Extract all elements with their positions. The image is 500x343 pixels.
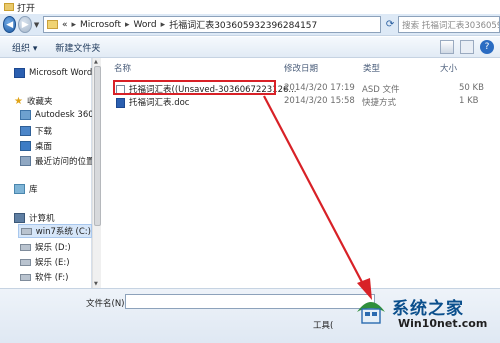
hard-drive-icon bbox=[20, 243, 31, 251]
recent-places-icon bbox=[20, 156, 31, 166]
nav-item-label: win7系统 (C:) bbox=[35, 227, 91, 237]
change-view-icon[interactable] bbox=[440, 40, 454, 54]
nav-item-label: 娱乐 (E:) bbox=[35, 258, 70, 268]
filename-label: 文件名(N): bbox=[86, 299, 128, 309]
recent-pages-dropdown-icon[interactable]: ▼ bbox=[34, 21, 40, 29]
file-size: 1 KB bbox=[459, 96, 479, 106]
nav-item-downloads[interactable]: 下载 bbox=[20, 125, 52, 137]
file-name-cell: 托福词汇表.doc bbox=[116, 96, 189, 108]
nav-item-label: 下载 bbox=[35, 127, 53, 137]
scroll-up-icon[interactable]: ▲ bbox=[94, 59, 98, 65]
nav-item-drive-e[interactable]: 娱乐 (E:) bbox=[20, 256, 70, 268]
hard-drive-icon bbox=[21, 227, 32, 235]
navigation-scrollbar[interactable]: ▲ ▼ bbox=[92, 58, 101, 288]
nav-item-microsoft-word[interactable]: Microsoft Word bbox=[14, 68, 92, 78]
watermark: 系统之家 Win10net.com bbox=[352, 290, 500, 340]
hard-drive-icon bbox=[20, 273, 31, 281]
nav-item-label: 计算机 bbox=[29, 214, 55, 224]
column-header-name[interactable]: 名称 bbox=[114, 62, 131, 74]
word-icon bbox=[14, 68, 25, 78]
navigation-pane: Microsoft Word ★ 收藏夹 Autodesk 360 下载 桌面 … bbox=[0, 58, 95, 288]
nav-item-label: 软件 (F:) bbox=[35, 273, 69, 283]
column-header-type[interactable]: 类型 bbox=[363, 62, 380, 74]
column-header-modified[interactable]: 修改日期 bbox=[284, 62, 318, 74]
back-button[interactable]: ◀ bbox=[3, 16, 17, 33]
breadcrumb-microsoft[interactable]: Microsoft bbox=[80, 20, 121, 30]
command-bar: 组织 ▾ 新建文件夹 ? bbox=[0, 37, 500, 58]
library-icon bbox=[14, 184, 25, 194]
nav-item-desktop[interactable]: 桌面 bbox=[20, 140, 52, 152]
nav-item-drive-f[interactable]: 软件 (F:) bbox=[20, 271, 68, 283]
nav-item-label: Microsoft Word bbox=[29, 68, 93, 78]
nav-item-autodesk-360[interactable]: Autodesk 360 bbox=[20, 110, 94, 120]
nav-item-drive-d[interactable]: 娱乐 (D:) bbox=[20, 241, 71, 253]
highlight-annotation-box bbox=[113, 80, 276, 95]
desktop-icon bbox=[20, 141, 31, 151]
window-title: 打开 bbox=[17, 3, 36, 14]
folder-icon bbox=[4, 3, 14, 11]
nav-item-label: 桌面 bbox=[35, 142, 53, 152]
forward-button[interactable]: ▶ bbox=[18, 16, 32, 33]
nav-item-label: 库 bbox=[29, 185, 38, 195]
breadcrumb-current-folder[interactable]: 托福词汇表303605932396284157 bbox=[169, 18, 317, 31]
watermark-url: Win10net.com bbox=[398, 317, 488, 330]
breadcrumb-separator-icon[interactable]: ▸ bbox=[71, 20, 76, 30]
nav-item-drive-c[interactable]: win7系统 (C:) bbox=[18, 224, 92, 238]
win10net-logo-icon bbox=[357, 302, 385, 324]
breadcrumb-word[interactable]: Word bbox=[134, 20, 157, 30]
cloud-folder-icon bbox=[20, 110, 31, 120]
view-controls: ? bbox=[440, 40, 494, 54]
address-bar[interactable]: « ▸ Microsoft ▸ Word ▸ 托福词汇表303605932396… bbox=[42, 16, 381, 33]
help-icon[interactable]: ? bbox=[480, 40, 494, 54]
downloads-icon bbox=[20, 126, 31, 136]
address-bar-row: ◀ ▶ ▼ « ▸ Microsoft ▸ Word ▸ 托福词汇表303605… bbox=[0, 14, 500, 36]
preview-pane-icon[interactable] bbox=[460, 40, 474, 54]
nav-item-computer[interactable]: 计算机 bbox=[14, 212, 55, 224]
nav-item-recent-places[interactable]: 最近访问的位置 bbox=[20, 155, 95, 167]
watermark-title: 系统之家 bbox=[392, 299, 464, 319]
star-icon: ★ bbox=[14, 95, 23, 107]
nav-item-label: Autodesk 360 bbox=[35, 110, 94, 120]
scrollbar-thumb[interactable] bbox=[94, 66, 101, 226]
filename-input[interactable] bbox=[125, 294, 375, 309]
file-name: 托福词汇表.doc bbox=[129, 98, 190, 108]
tools-button[interactable]: 工具( bbox=[313, 319, 333, 331]
computer-icon bbox=[14, 213, 25, 223]
nav-item-label: 娱乐 (D:) bbox=[35, 243, 71, 253]
folder-icon bbox=[46, 20, 58, 29]
nav-item-label: 收藏夹 bbox=[26, 97, 53, 107]
file-row[interactable]: 托福词汇表.doc 2014/3/20 15:58 快捷方式 1 KB bbox=[110, 94, 498, 108]
title-bar: 打开 bbox=[0, 0, 500, 14]
file-type: 快捷方式 bbox=[362, 98, 397, 108]
organize-button[interactable]: 组织 ▾ bbox=[12, 41, 37, 54]
column-header-size[interactable]: 大小 bbox=[440, 62, 457, 74]
search-input[interactable]: 搜索 托福词汇表303605932396... bbox=[398, 16, 500, 33]
nav-item-libraries[interactable]: 库 bbox=[14, 183, 38, 195]
breadcrumb-overflow[interactable]: « bbox=[62, 20, 68, 30]
nav-item-favorites[interactable]: ★ 收藏夹 bbox=[14, 95, 53, 108]
nav-item-label: 最近访问的位置 bbox=[35, 157, 95, 167]
scroll-down-icon[interactable]: ▼ bbox=[94, 281, 98, 287]
file-size: 50 KB bbox=[459, 83, 484, 93]
hard-drive-icon bbox=[20, 258, 31, 266]
breadcrumb-separator-icon[interactable]: ▸ bbox=[161, 20, 166, 30]
shortcut-file-icon bbox=[116, 97, 125, 108]
file-modified: 2014/3/20 17:19 bbox=[284, 83, 355, 93]
refresh-icon[interactable]: ⟳ bbox=[384, 16, 396, 33]
new-folder-button[interactable]: 新建文件夹 bbox=[55, 41, 100, 54]
file-modified: 2014/3/20 15:58 bbox=[284, 96, 355, 106]
breadcrumb-separator-icon[interactable]: ▸ bbox=[125, 20, 130, 30]
